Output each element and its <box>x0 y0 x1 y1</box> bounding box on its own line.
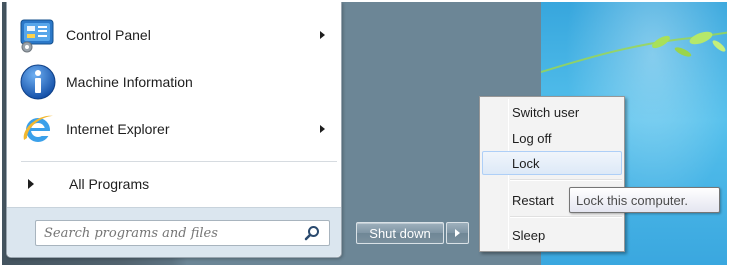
all-programs-label: All Programs <box>69 176 150 192</box>
right-arrow-icon <box>455 229 460 237</box>
wallpaper-branch-graphic <box>541 31 727 73</box>
menu-divider <box>21 161 337 162</box>
program-label: Machine Information <box>66 74 193 90</box>
menu-item-lock[interactable]: Lock <box>482 151 622 175</box>
program-label: Control Panel <box>66 27 151 43</box>
menu-item-label: Sleep <box>512 227 546 243</box>
program-item-control-panel[interactable]: Control Panel <box>11 12 337 58</box>
menu-item-label: Log off <box>512 130 552 146</box>
shut-down-label: Shut down <box>369 225 431 241</box>
submenu-arrow-icon <box>320 125 325 133</box>
internet-explorer-icon <box>23 115 53 142</box>
shut-down-options-button[interactable] <box>446 222 469 244</box>
right-triangle-icon <box>28 179 34 189</box>
control-panel-icon <box>20 19 54 53</box>
program-item-machine-information[interactable]: Machine Information <box>11 59 337 105</box>
menu-item-label: Lock <box>512 155 540 171</box>
desktop: Control Panel Machine Information Intern… <box>2 2 727 265</box>
shut-down-button[interactable]: Shut down <box>356 222 444 244</box>
start-menu-programs-pane: Control Panel Machine Information Intern… <box>6 2 342 258</box>
search-input[interactable] <box>44 225 294 241</box>
search-box[interactable] <box>35 220 330 246</box>
menu-separator <box>510 179 622 181</box>
menu-item-label: Switch user <box>512 104 580 120</box>
all-programs-button[interactable]: All Programs <box>11 170 337 198</box>
program-label: Internet Explorer <box>66 121 170 137</box>
menu-item-switch-user[interactable]: Switch user <box>482 100 622 124</box>
program-item-internet-explorer[interactable]: Internet Explorer <box>11 106 337 152</box>
power-options-menu: Switch user Log off Lock Restart Sleep <box>479 96 625 252</box>
menu-item-label: Restart <box>512 192 554 208</box>
tooltip-text: Lock this computer. <box>576 192 688 208</box>
lock-tooltip: Lock this computer. <box>569 187 720 213</box>
info-icon <box>20 64 56 100</box>
submenu-arrow-icon <box>320 31 325 39</box>
search-icon[interactable] <box>304 225 320 241</box>
menu-item-sleep[interactable]: Sleep <box>482 223 622 247</box>
menu-item-log-off[interactable]: Log off <box>482 126 622 150</box>
search-area <box>7 207 341 257</box>
menu-separator <box>510 216 622 218</box>
